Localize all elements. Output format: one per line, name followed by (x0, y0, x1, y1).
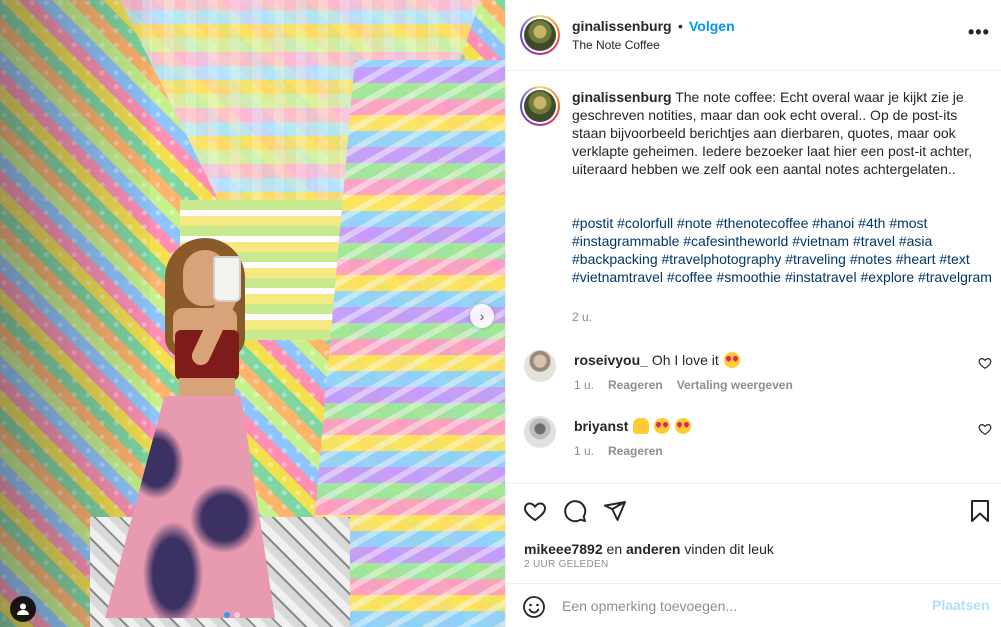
comment-meta: 1 u. Reageren (574, 444, 663, 458)
emoji-smiley-icon[interactable] (522, 595, 546, 619)
carousel-dot-active (224, 612, 230, 618)
liker-username[interactable]: mikeee7892 (524, 541, 603, 557)
comment-item: briyanst 1 u. Reageren (520, 416, 992, 466)
caption-hashtags[interactable]: #postit #colorfull #note #thenotecoffee … (572, 214, 992, 286)
post-age: 2 UUR GELEDEN (524, 559, 609, 570)
user-icon (17, 603, 29, 615)
separator-dot: • (678, 18, 683, 34)
avatar-ring (522, 17, 558, 53)
author-username[interactable]: ginalissenburg (572, 18, 672, 34)
next-photo-button[interactable]: › (470, 304, 494, 328)
post-photo[interactable]: › (0, 0, 505, 627)
comment-input[interactable] (562, 596, 902, 616)
add-comment-bar: Plaatsen (506, 583, 1001, 627)
caption-username[interactable]: ginalissenburg (572, 89, 672, 105)
likes-summary: mikeee7892 en anderen vinden dit leuk (524, 541, 774, 557)
save-bookmark-icon[interactable] (968, 499, 992, 523)
heart-eyes-emoji-icon (654, 418, 671, 434)
avatar-image (524, 19, 556, 51)
translate-button[interactable]: Vertaling weergeven (677, 378, 793, 392)
likes-others-link[interactable]: anderen (626, 541, 680, 557)
more-options-icon[interactable]: ••• (968, 22, 990, 43)
chevron-right-icon: › (479, 308, 485, 324)
tie-dye-skirt (105, 396, 275, 618)
post-details-panel: ginalissenburg • Volgen The Note Coffee … (505, 0, 1001, 627)
comment-bubble-icon[interactable] (563, 499, 587, 523)
commenter-avatar[interactable] (524, 350, 556, 382)
author-avatar[interactable] (520, 15, 560, 55)
comment-like-icon[interactable] (978, 422, 992, 436)
commenter-username[interactable]: roseivyou_ (574, 352, 648, 368)
comment-time: 1 u. (574, 444, 595, 458)
tagged-users-button[interactable] (10, 596, 36, 622)
caption-timestamp: 2 u. (572, 310, 593, 324)
avatar-image (524, 90, 556, 122)
caption-text: ginalissenburg The note coffee: Echt ove… (572, 88, 992, 178)
commenter-avatar[interactable] (524, 416, 556, 448)
reply-button[interactable]: Reageren (608, 378, 663, 392)
post-header: ginalissenburg • Volgen The Note Coffee … (506, 0, 1001, 71)
heart-eyes-emoji-icon (723, 352, 740, 368)
comment-body: Oh I love it (651, 352, 719, 368)
comment-text: briyanst (574, 418, 692, 434)
like-heart-icon[interactable] (523, 499, 547, 523)
woman-with-drink (95, 238, 305, 627)
location-link[interactable]: The Note Coffee (572, 38, 660, 52)
avatar-ring (522, 88, 558, 124)
post-comment-button[interactable]: Plaatsen (932, 597, 990, 613)
share-paper-plane-icon[interactable] (603, 499, 627, 523)
comment-time: 1 u. (574, 378, 595, 392)
comment-like-icon[interactable] (978, 356, 992, 370)
heart-eyes-emoji-icon (675, 418, 692, 434)
carousel-indicator (224, 612, 240, 618)
comment-meta: 1 u. Reageren Vertaling weergeven (574, 378, 793, 392)
likes-suffix: vinden dit leuk (684, 541, 774, 557)
reply-button[interactable]: Reageren (608, 444, 663, 458)
comment-text: roseivyou_ Oh I love it (574, 352, 740, 368)
likes-connector: en (606, 541, 623, 557)
caption-avatar[interactable] (520, 86, 560, 126)
smoothie-cup (213, 256, 241, 302)
comment-item: roseivyou_ Oh I love it 1 u. Reageren Ve… (520, 350, 992, 400)
raised-hands-emoji-icon (633, 418, 650, 434)
carousel-dot (234, 612, 240, 618)
post-actions-bar (506, 483, 1001, 535)
commenter-username[interactable]: briyanst (574, 418, 628, 434)
follow-button[interactable]: Volgen (689, 18, 735, 34)
